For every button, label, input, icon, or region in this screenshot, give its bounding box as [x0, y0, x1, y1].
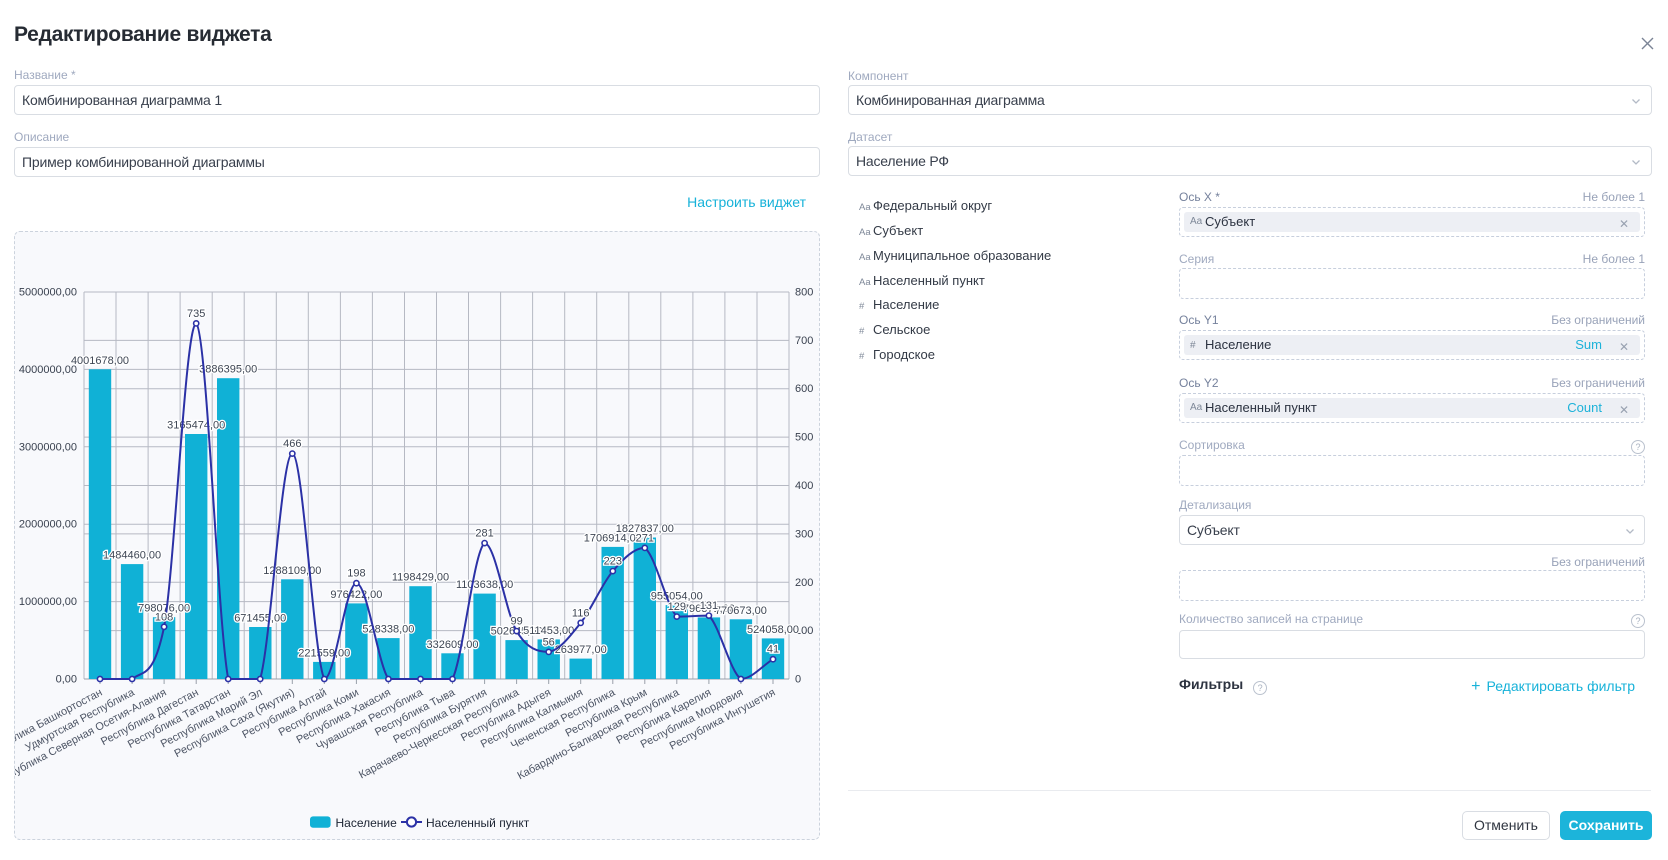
svg-text:281: 281	[475, 528, 493, 540]
svg-text:524058,00: 524058,00	[747, 624, 799, 636]
svg-text:500: 500	[795, 432, 813, 444]
svg-text:3165474,00: 3165474,00	[167, 420, 225, 432]
svg-text:41: 41	[767, 644, 779, 656]
svg-text:1484460,00: 1484460,00	[103, 550, 161, 562]
svg-text:528338,00: 528338,00	[362, 624, 414, 636]
svg-text:221559,00: 221559,00	[298, 647, 350, 659]
svg-text:3000000,00: 3000000,00	[19, 441, 77, 453]
svg-text:1000000,00: 1000000,00	[19, 596, 77, 608]
svg-text:600: 600	[795, 383, 813, 395]
svg-text:1103638,00: 1103638,00	[456, 579, 513, 591]
svg-text:131: 131	[700, 600, 718, 612]
svg-text:1288109,00: 1288109,00	[263, 565, 321, 577]
svg-text:700: 700	[795, 335, 813, 347]
svg-text:976422,00: 976422,00	[330, 589, 382, 601]
svg-text:466: 466	[283, 438, 301, 450]
svg-text:108: 108	[155, 611, 173, 623]
svg-text:271: 271	[636, 532, 654, 544]
svg-text:99: 99	[510, 616, 522, 628]
svg-text:198: 198	[347, 568, 365, 580]
svg-text:200: 200	[795, 577, 813, 589]
svg-text:4001678,00: 4001678,00	[71, 355, 129, 367]
svg-text:116: 116	[572, 607, 590, 619]
svg-text:5000000,00: 5000000,00	[19, 287, 77, 299]
svg-text:511453,00: 511453,00	[523, 625, 574, 637]
svg-text:0,00: 0,00	[56, 674, 77, 686]
svg-text:1198429,00: 1198429,00	[392, 572, 449, 584]
svg-text:300: 300	[795, 528, 813, 540]
svg-text:400: 400	[795, 480, 813, 492]
svg-text:770673,00: 770673,00	[715, 605, 767, 617]
svg-text:4000000,00: 4000000,00	[19, 364, 77, 376]
svg-text:Население: Население	[336, 816, 398, 830]
svg-text:223: 223	[604, 556, 622, 568]
svg-text:2000000,00: 2000000,00	[19, 519, 77, 531]
svg-text:800: 800	[795, 287, 813, 299]
svg-text:332609,00: 332609,00	[427, 639, 479, 651]
svg-text:Населенный пункт: Населенный пункт	[426, 816, 530, 830]
svg-text:263977,00: 263977,00	[555, 644, 607, 656]
svg-text:129: 129	[668, 601, 686, 613]
svg-text:671455,00: 671455,00	[234, 613, 286, 625]
svg-text:0: 0	[795, 674, 801, 686]
svg-text:735: 735	[187, 308, 205, 320]
svg-text:56: 56	[543, 636, 555, 648]
svg-text:3886395,00: 3886395,00	[199, 364, 257, 376]
